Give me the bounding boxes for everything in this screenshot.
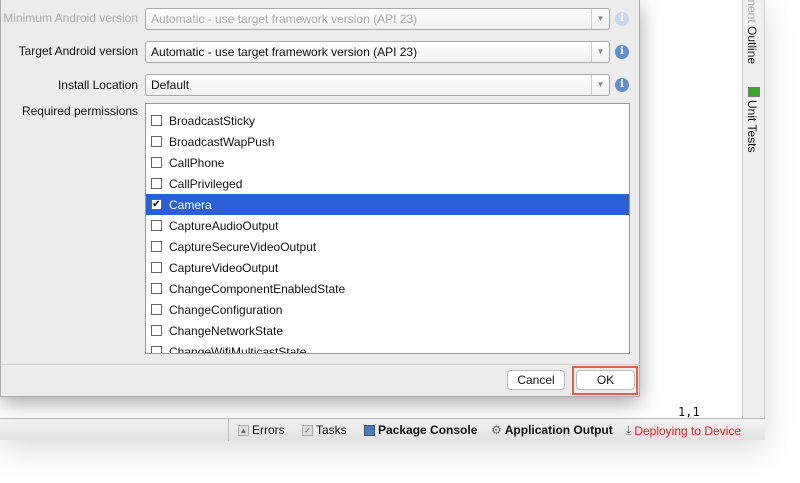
errors-pad-button[interactable]: ▲ Errors	[238, 423, 285, 437]
warning-icon: ▲	[238, 424, 249, 436]
permission-item[interactable]: ChangeConfiguration	[146, 299, 629, 320]
cursor-position: 1,1	[678, 405, 700, 419]
target-version-label: Target Android version	[18, 44, 138, 58]
info-icon[interactable]: i	[615, 45, 629, 59]
min-version-label: Minimum Android version	[3, 11, 138, 25]
permission-item[interactable]: ChangeComponentEnabledState	[146, 278, 629, 299]
footer-divider	[1, 364, 640, 365]
permission-label: CaptureSecureVideoOutput	[169, 239, 317, 254]
permission-label: BroadcastWapPush	[169, 134, 275, 149]
gear-icon: ⚙	[491, 423, 502, 437]
package-console-button[interactable]: Package Console	[364, 423, 477, 437]
permission-label: ChangeComponentEnabledState	[169, 281, 346, 296]
chevron-down-icon: ▼	[591, 9, 609, 29]
permission-label: ChangeNetworkState	[169, 323, 284, 338]
info-icon[interactable]: i	[615, 78, 629, 92]
permission-item[interactable]: ChangeNetworkState	[146, 320, 629, 341]
permission-item[interactable]: ✔ Camera	[146, 194, 629, 215]
permission-checkbox[interactable]	[151, 262, 162, 273]
permission-checkbox[interactable]: ✔	[151, 199, 162, 210]
check-icon: ✓	[302, 424, 313, 436]
permission-checkbox[interactable]	[151, 283, 162, 294]
permission-checkbox[interactable]	[151, 136, 162, 147]
tasks-pad-button[interactable]: ✓ Tasks	[302, 423, 347, 437]
permission-item[interactable]: CallPhone	[146, 152, 629, 173]
permission-checkbox[interactable]	[151, 115, 162, 126]
download-icon: ⤓	[626, 423, 632, 437]
info-icon[interactable]: i	[615, 12, 629, 26]
target-version-select[interactable]: Automatic - use target framework version…	[145, 41, 610, 63]
permission-item[interactable]: BroadcastWapPush	[146, 131, 629, 152]
permission-checkbox[interactable]	[151, 304, 162, 315]
permission-item[interactable]: ChangeWifiMulticastState	[146, 341, 629, 354]
permission-item[interactable]: CaptureAudioOutput	[146, 215, 629, 236]
permission-label: ChangeWifiMulticastState	[169, 344, 307, 354]
permission-item[interactable]: CallPrivileged	[146, 173, 629, 194]
permission-checkbox[interactable]	[151, 220, 162, 231]
deploy-status: ⤓ Deploying to Device	[626, 423, 742, 438]
status-divider	[228, 419, 229, 441]
console-icon	[364, 424, 375, 436]
permission-label: CaptureVideoOutput	[169, 260, 279, 275]
status-bar: ▲ Errors ✓ Tasks Package Console ⚙ Applicat…	[0, 418, 765, 441]
permission-checkbox[interactable]	[151, 241, 162, 252]
install-location-label: Install Location	[57, 78, 138, 92]
permission-checkbox[interactable]	[151, 325, 162, 336]
ok-button[interactable]: OK	[576, 370, 635, 390]
permission-label: ChangeConfiguration	[169, 302, 283, 317]
unit-tests-tab[interactable]: Unit Tests	[745, 100, 759, 152]
permission-label: BroadcastSticky	[169, 113, 256, 128]
permission-checkbox[interactable]	[151, 157, 162, 168]
permissions-list[interactable]: BroadcastSticky BroadcastWapPush CallPhone…	[145, 103, 630, 354]
application-output-button[interactable]: ⚙ Application Output	[491, 423, 613, 437]
permission-item[interactable]: CaptureSecureVideoOutput	[146, 236, 629, 257]
permission-label: Camera	[169, 197, 212, 212]
install-location-select[interactable]: Default ▼	[145, 74, 610, 96]
document-outline-tab[interactable]: ment Outline	[745, 0, 759, 64]
cancel-button[interactable]: Cancel	[507, 370, 565, 390]
permissions-label: Required permissions	[21, 104, 138, 118]
permission-label: CaptureAudioOutput	[169, 218, 279, 233]
right-sidebar: ment Outline Unit Tests	[742, 0, 764, 418]
permission-item[interactable]: BroadcastSticky	[146, 110, 629, 131]
unit-tests-icon	[748, 87, 760, 97]
permission-checkbox[interactable]	[151, 346, 162, 353]
chevron-down-icon: ▼	[591, 42, 609, 62]
chevron-down-icon: ▼	[591, 75, 609, 95]
permission-label: CallPhone	[169, 155, 225, 170]
permission-label: CallPrivileged	[169, 176, 243, 191]
android-options-dialog: Minimum Android version Automatic - use …	[0, 0, 640, 397]
permission-checkbox[interactable]	[151, 178, 162, 189]
permission-item[interactable]: CaptureVideoOutput	[146, 257, 629, 278]
min-version-select: Automatic - use target framework version…	[145, 8, 610, 30]
